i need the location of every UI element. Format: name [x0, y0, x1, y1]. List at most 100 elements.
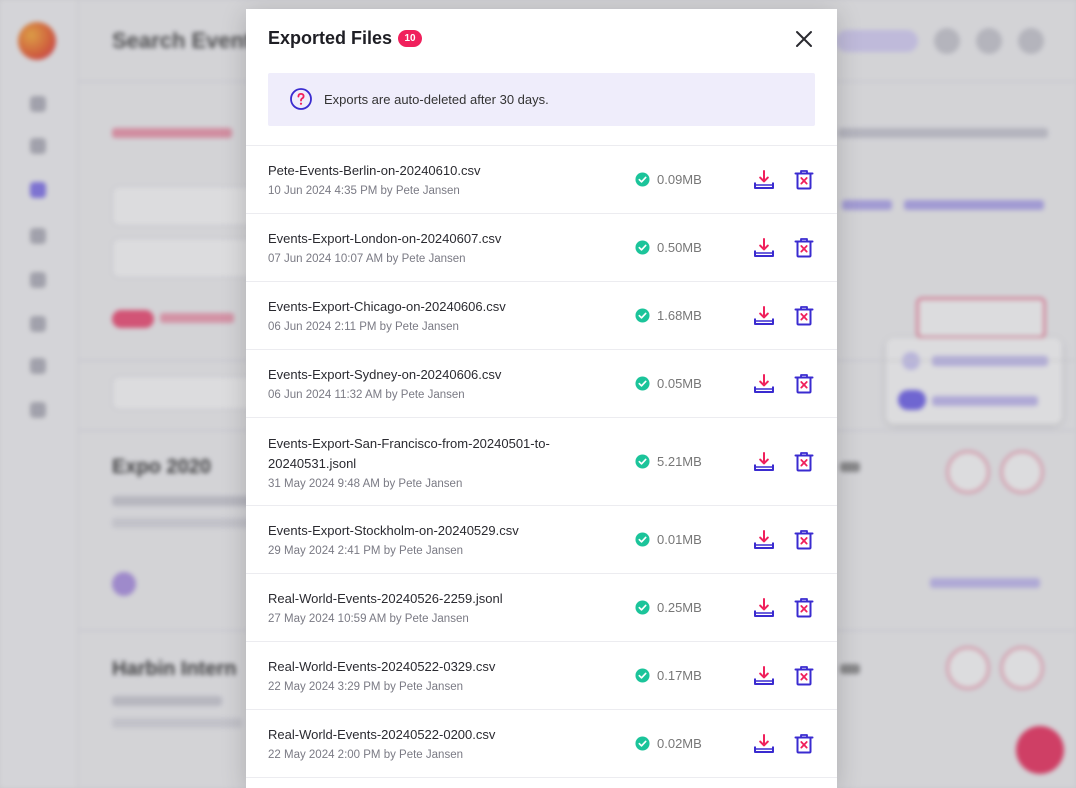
check-circle-icon — [635, 668, 650, 683]
file-name: Pete-Events-Berlin-on-20240610.csv — [268, 163, 481, 178]
trash-icon — [794, 598, 814, 618]
close-button[interactable] — [792, 27, 816, 51]
check-circle-icon — [635, 600, 650, 615]
download-button[interactable] — [752, 236, 776, 260]
check-circle-icon — [635, 240, 650, 255]
exported-files-modal: Exported Files 10 Exports are auto-delet… — [246, 9, 837, 788]
file-row: Real-World-Events-20240522-0200.csv 22 Ma… — [246, 710, 837, 778]
file-meta: 29 May 2024 2:41 PM by Pete Jansen — [268, 545, 463, 557]
delete-button[interactable] — [792, 732, 816, 756]
file-status: 1.68MB — [635, 306, 745, 326]
file-status: 0.05MB — [635, 374, 745, 394]
file-name: Events-Export-Sydney-on-20240606.csv — [268, 367, 502, 382]
trash-icon — [794, 666, 814, 686]
delete-button[interactable] — [792, 236, 816, 260]
download-button[interactable] — [752, 168, 776, 192]
file-meta: 22 May 2024 2:00 PM by Pete Jansen — [268, 749, 463, 761]
download-button[interactable] — [752, 304, 776, 328]
download-button[interactable] — [752, 732, 776, 756]
file-meta: 07 Jun 2024 10:07 AM by Pete Jansen — [268, 253, 466, 265]
download-button[interactable] — [752, 372, 776, 396]
file-name: Events-Export-Chicago-on-20240606.csv — [268, 299, 506, 314]
download-icon — [754, 666, 774, 685]
download-icon — [754, 306, 774, 325]
file-info: Events-Export-San-Francisco-from-2024050… — [268, 434, 608, 492]
download-button[interactable] — [752, 596, 776, 620]
question-circle-icon — [290, 88, 312, 110]
auto-delete-notice: Exports are auto-deleted after 30 days. — [268, 73, 815, 126]
check-circle-icon — [635, 454, 650, 469]
file-size: 0.17MB — [657, 668, 702, 683]
delete-button[interactable] — [792, 528, 816, 552]
notice-text: Exports are auto-deleted after 30 days. — [324, 92, 549, 107]
file-info: Real-World-Events-20240526-2259.jsonl 27 … — [268, 589, 608, 627]
trash-icon — [794, 306, 814, 326]
delete-button[interactable] — [792, 372, 816, 396]
file-status: 0.01MB — [635, 530, 745, 550]
trash-icon — [794, 170, 814, 190]
file-status: 5.21MB — [635, 452, 745, 472]
file-meta: 31 May 2024 9:48 AM by Pete Jansen — [268, 478, 463, 490]
file-name: Events-Export-Stockholm-on-20240529.csv — [268, 523, 519, 538]
download-icon — [754, 374, 774, 393]
file-status: 0.25MB — [635, 598, 745, 618]
file-list: Pete-Events-Berlin-on-20240610.csv 10 Jun… — [246, 145, 837, 778]
file-size: 1.68MB — [657, 308, 702, 323]
check-circle-icon — [635, 376, 650, 391]
download-icon — [754, 452, 774, 471]
file-info: Real-World-Events-20240522-0200.csv 22 Ma… — [268, 725, 608, 763]
download-button[interactable] — [752, 664, 776, 688]
download-icon — [754, 530, 774, 549]
file-size: 0.50MB — [657, 240, 702, 255]
download-icon — [754, 734, 774, 753]
file-meta: 06 Jun 2024 2:11 PM by Pete Jansen — [268, 321, 459, 333]
file-name: Events-Export-London-on-20240607.csv — [268, 231, 502, 246]
download-icon — [754, 170, 774, 189]
file-meta: 22 May 2024 3:29 PM by Pete Jansen — [268, 681, 463, 693]
file-meta: 10 Jun 2024 4:35 PM by Pete Jansen — [268, 185, 460, 197]
check-circle-icon — [635, 172, 650, 187]
file-row: Real-World-Events-20240522-0329.csv 22 Ma… — [246, 642, 837, 710]
delete-button[interactable] — [792, 596, 816, 620]
file-row: Events-Export-Stockholm-on-20240529.csv 2… — [246, 506, 837, 574]
trash-icon — [794, 530, 814, 550]
file-info: Events-Export-Chicago-on-20240606.csv 06 … — [268, 297, 608, 335]
delete-button[interactable] — [792, 664, 816, 688]
file-name: Real-World-Events-20240522-0200.csv — [268, 727, 496, 742]
file-size: 0.09MB — [657, 172, 702, 187]
delete-button[interactable] — [792, 168, 816, 192]
file-status: 0.17MB — [635, 666, 745, 686]
trash-icon — [794, 238, 814, 258]
download-button[interactable] — [752, 528, 776, 552]
modal-title: Exported Files — [268, 28, 393, 48]
file-size: 0.01MB — [657, 532, 702, 547]
file-info: Pete-Events-Berlin-on-20240610.csv 10 Jun… — [268, 161, 608, 199]
file-meta: 06 Jun 2024 11:32 AM by Pete Jansen — [268, 389, 465, 401]
modal-header: Exported Files 10 — [246, 9, 837, 69]
file-info: Events-Export-Sydney-on-20240606.csv 06 J… — [268, 365, 608, 403]
file-row: Events-Export-Chicago-on-20240606.csv 06 … — [246, 282, 837, 350]
file-size: 0.25MB — [657, 600, 702, 615]
file-size: 5.21MB — [657, 454, 702, 469]
file-name: Real-World-Events-20240526-2259.jsonl — [268, 591, 503, 606]
count-badge: 10 — [398, 30, 422, 47]
file-info: Events-Export-London-on-20240607.csv 07 J… — [268, 229, 608, 267]
file-info: Events-Export-Stockholm-on-20240529.csv 2… — [268, 521, 608, 559]
file-name: Real-World-Events-20240522-0329.csv — [268, 659, 496, 674]
file-size: 0.02MB — [657, 736, 702, 751]
close-icon — [796, 31, 812, 47]
file-status: 0.09MB — [635, 170, 745, 190]
download-button[interactable] — [752, 450, 776, 474]
file-status: 0.02MB — [635, 734, 745, 754]
delete-button[interactable] — [792, 450, 816, 474]
file-info: Real-World-Events-20240522-0329.csv 22 Ma… — [268, 657, 608, 695]
download-icon — [754, 598, 774, 617]
download-icon — [754, 238, 774, 257]
file-row: Events-Export-Sydney-on-20240606.csv 06 J… — [246, 350, 837, 418]
file-row: Events-Export-San-Francisco-from-2024050… — [246, 418, 837, 506]
file-name: Events-Export-San-Francisco-from-2024050… — [268, 436, 550, 471]
file-meta: 27 May 2024 10:59 AM by Pete Jansen — [268, 613, 469, 625]
delete-button[interactable] — [792, 304, 816, 328]
file-status: 0.50MB — [635, 238, 745, 258]
check-circle-icon — [635, 736, 650, 751]
